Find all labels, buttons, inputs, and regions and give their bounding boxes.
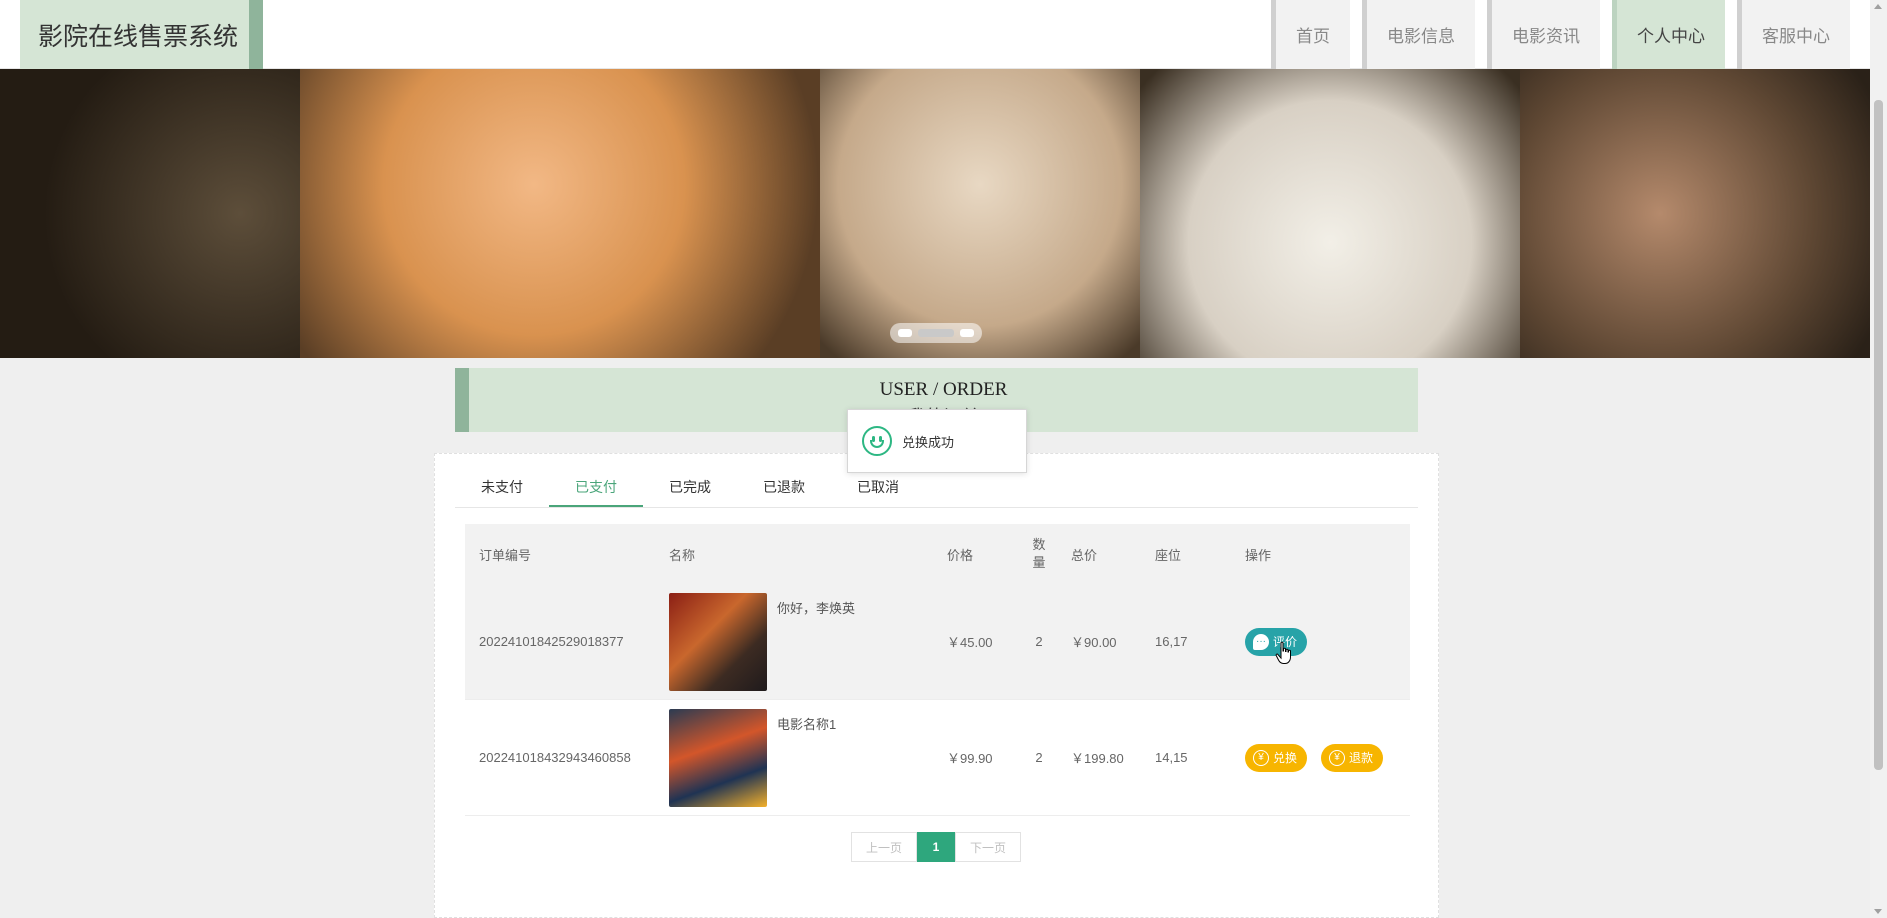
tab-paid[interactable]: 已支付 bbox=[549, 468, 643, 507]
table-row: 20224101842529018377 你好，李焕英 ￥45.00 2 ￥90… bbox=[465, 584, 1410, 700]
carousel-dot[interactable] bbox=[960, 329, 974, 337]
refund-button-label: 退款 bbox=[1349, 751, 1374, 765]
tab-completed[interactable]: 已完成 bbox=[643, 468, 737, 507]
movie-name-cell: 电影名称1 bbox=[669, 700, 937, 815]
yen-icon: ¥ bbox=[1253, 749, 1269, 766]
hand-cursor-icon bbox=[1275, 641, 1291, 664]
carousel-dot[interactable] bbox=[898, 329, 912, 337]
movie-name[interactable]: 你好，李焕英 bbox=[777, 598, 855, 617]
site-brand[interactable]: 影院在线售票系统 bbox=[20, 0, 263, 69]
smile-icon bbox=[862, 426, 892, 456]
carousel-dot-active[interactable] bbox=[918, 329, 954, 337]
movie-name-cell: 你好，李焕英 bbox=[669, 584, 937, 699]
scroll-up-arrow-icon[interactable] bbox=[1874, 4, 1882, 9]
success-toast: 兑换成功 bbox=[847, 409, 1027, 473]
order-id: 20224101843294346085​8 bbox=[479, 750, 631, 765]
nav-home[interactable]: 首页 bbox=[1271, 0, 1350, 69]
header-order-id: 订单编号 bbox=[479, 547, 532, 563]
header-price: 价格 bbox=[947, 547, 974, 563]
nav-movies[interactable]: 电影信息 bbox=[1362, 0, 1475, 69]
movie-poster-image[interactable] bbox=[669, 592, 767, 691]
tab-unpaid[interactable]: 未支付 bbox=[455, 468, 549, 507]
comment-icon: ··· bbox=[1253, 633, 1269, 650]
vertical-scrollbar[interactable] bbox=[1870, 0, 1887, 918]
order-table: 订单编号 名称 价格 数量 总价 座位 操作 20224101842529018… bbox=[465, 524, 1410, 816]
order-id: 20224101842529018377 bbox=[479, 634, 624, 649]
price: ￥99.90 bbox=[947, 751, 993, 766]
header-seat: 座位 bbox=[1155, 547, 1182, 563]
movie-poster-image[interactable] bbox=[669, 708, 767, 807]
header-total: 总价 bbox=[1071, 547, 1098, 563]
banner-image-region bbox=[1520, 69, 1870, 358]
order-status-tabs: 未支付 已支付 已完成 已退款 已取消 bbox=[455, 468, 1418, 508]
quantity: 2 bbox=[1035, 750, 1043, 765]
header-qty: 数量 bbox=[1032, 537, 1046, 570]
actions-cell: ··· 评价 bbox=[1245, 584, 1405, 699]
nav-user-center[interactable]: 个人中心 bbox=[1612, 0, 1725, 69]
prev-page-button[interactable]: 上一页 bbox=[851, 832, 918, 862]
tab-refunded[interactable]: 已退款 bbox=[737, 468, 831, 507]
banner-image-region bbox=[300, 69, 820, 358]
exchange-button-label: 兑换 bbox=[1273, 751, 1298, 765]
seat: 16,17 bbox=[1155, 634, 1188, 649]
yen-icon: ¥ bbox=[1329, 749, 1346, 766]
tab-cancelled[interactable]: 已取消 bbox=[831, 468, 925, 507]
main-nav: 首页 电影信息 电影资讯 个人中心 客服中心 bbox=[1271, 0, 1850, 69]
next-page-button[interactable]: 下一页 bbox=[955, 832, 1022, 862]
actions-cell: ¥ 兑换 ¥ 退款 bbox=[1245, 700, 1405, 815]
price: ￥45.00 bbox=[947, 635, 993, 650]
page-number[interactable]: 1 bbox=[917, 832, 956, 862]
total: ￥90.00 bbox=[1071, 635, 1117, 650]
carousel-indicators bbox=[890, 323, 982, 343]
seat: 14,15 bbox=[1155, 750, 1188, 765]
exchange-button[interactable]: ¥ 兑换 bbox=[1245, 743, 1308, 772]
header-actions: 操作 bbox=[1245, 547, 1272, 563]
banner-image-region bbox=[1140, 69, 1520, 358]
scrollbar-thumb[interactable] bbox=[1874, 100, 1883, 770]
hero-banner bbox=[0, 69, 1870, 358]
banner-image-region bbox=[820, 69, 1140, 358]
scroll-down-arrow-icon[interactable] bbox=[1874, 909, 1882, 914]
header-name: 名称 bbox=[669, 547, 696, 563]
total: ￥199.80 bbox=[1071, 751, 1124, 766]
movie-name[interactable]: 电影名称1 bbox=[777, 714, 836, 733]
section-title-en: USER / ORDER bbox=[879, 379, 1008, 400]
top-header: 影院在线售票系统 首页 电影信息 电影资讯 个人中心 客服中心 bbox=[0, 0, 1870, 69]
toast-message: 兑换成功 bbox=[902, 434, 955, 450]
nav-news[interactable]: 电影资讯 bbox=[1487, 0, 1600, 69]
nav-customer-service[interactable]: 客服中心 bbox=[1737, 0, 1850, 69]
table-row: 20224101843294346085​8 电影名称1 ￥99.90 2 ￥1… bbox=[465, 700, 1410, 816]
table-header: 订单编号 名称 价格 数量 总价 座位 操作 bbox=[465, 524, 1410, 584]
pagination: 上一页 1 下一页 bbox=[851, 832, 1022, 862]
quantity: 2 bbox=[1035, 634, 1043, 649]
refund-button[interactable]: ¥ 退款 bbox=[1321, 743, 1384, 772]
